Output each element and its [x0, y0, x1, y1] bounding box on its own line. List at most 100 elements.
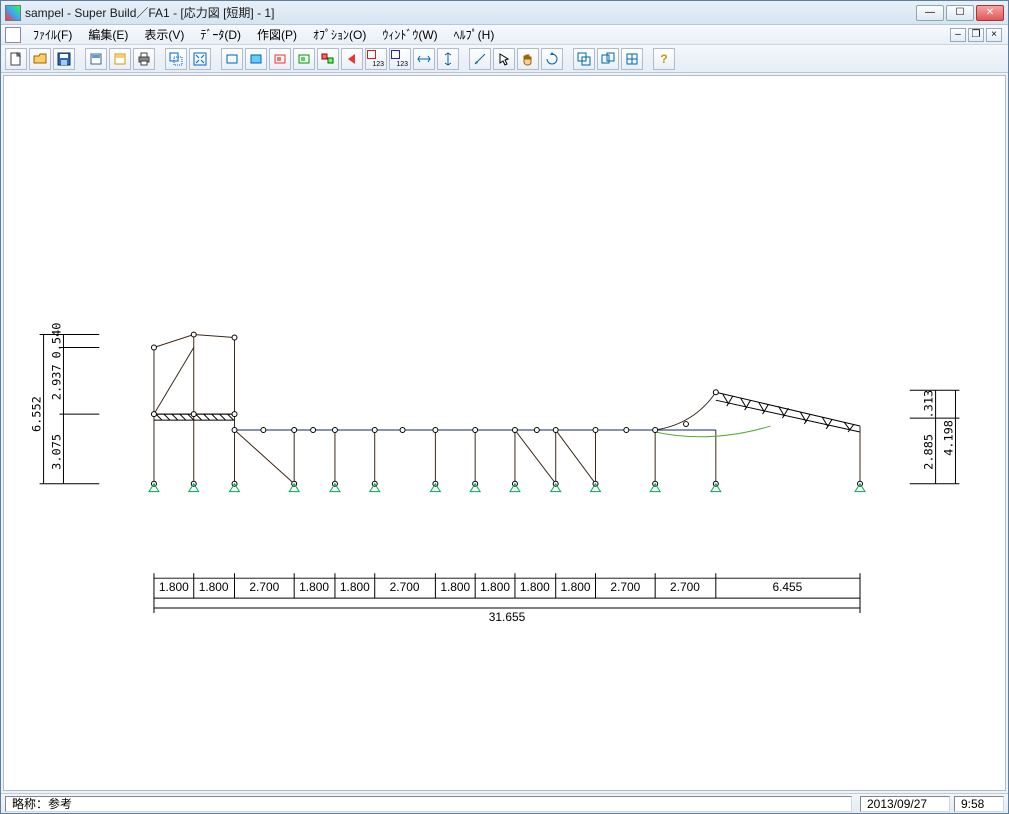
- toolbar: 123 123 ?: [1, 45, 1008, 73]
- menu-file[interactable]: ﾌｧｲﾙ(F): [25, 24, 80, 45]
- menu-window[interactable]: ｳｨﾝﾄﾞｳ(W): [374, 24, 445, 45]
- layer-icon: [577, 52, 591, 66]
- dim-b10: 1.800: [561, 580, 591, 594]
- view-3-button[interactable]: [269, 48, 291, 70]
- dim-b3: 2.700: [249, 580, 279, 594]
- dim-b4: 1.800: [299, 580, 329, 594]
- dim-b8: 1.800: [480, 580, 510, 594]
- mdi-restore-button[interactable]: ❐: [968, 28, 984, 42]
- app-window: sampel - Super Build／FA1 - [応力図 [短期] - 1…: [0, 0, 1009, 814]
- prev-page-icon: [89, 52, 103, 66]
- open-icon: [33, 52, 47, 66]
- rect-green-icon: [297, 52, 311, 66]
- new-icon: [9, 52, 23, 66]
- dim-left-3: 0.540: [49, 323, 63, 359]
- view-5-button[interactable]: [317, 48, 339, 70]
- print-icon: [137, 52, 151, 66]
- zoom-extents-icon: [193, 52, 207, 66]
- dim-b13: 6.455: [772, 580, 802, 594]
- help-button[interactable]: ?: [653, 48, 675, 70]
- dim-right-2: .313: [922, 390, 936, 419]
- view-2-button[interactable]: [245, 48, 267, 70]
- dim-right-1: 2.885: [922, 434, 936, 470]
- menu-edit[interactable]: 編集(E): [80, 24, 136, 45]
- mdi-minimize-button[interactable]: –: [950, 28, 966, 42]
- menu-help[interactable]: ﾍﾙﾌﾟ(H): [446, 24, 503, 45]
- fit-vert-button[interactable]: [437, 48, 459, 70]
- minimize-button[interactable]: —: [916, 5, 944, 21]
- view-4-button[interactable]: [293, 48, 315, 70]
- menu-draw[interactable]: 作図(P): [249, 24, 305, 45]
- dim-b2: 1.800: [199, 580, 229, 594]
- statusbar: 略称：参考 2013/09/27 9:58: [1, 793, 1008, 813]
- dim-b7: 1.800: [440, 580, 470, 594]
- measure-icon: [473, 52, 487, 66]
- view-1-button[interactable]: [221, 48, 243, 70]
- hand-icon: [521, 52, 535, 66]
- titlebar: sampel - Super Build／FA1 - [応力図 [短期] - 1…: [1, 1, 1008, 25]
- measure-button[interactable]: [469, 48, 491, 70]
- next-page-icon: [113, 52, 127, 66]
- label-a-button[interactable]: 123: [365, 48, 387, 70]
- dim-b11: 2.700: [610, 580, 640, 594]
- save-icon: [57, 52, 71, 66]
- menu-data[interactable]: ﾃﾞｰﾀ(D): [192, 24, 249, 45]
- cursor-icon: [497, 52, 511, 66]
- layer-1-button[interactable]: [573, 48, 595, 70]
- mdi-buttons: – ❐ ×: [950, 28, 1004, 42]
- dim-b-total: 31.655: [489, 610, 526, 624]
- dim-b9: 1.800: [520, 580, 550, 594]
- rect-red-icon: [273, 52, 287, 66]
- layer2-icon: [601, 52, 615, 66]
- status-date: 2013/09/27: [860, 796, 950, 812]
- dim-left-1: 3.075: [49, 434, 63, 470]
- dim-b6: 2.700: [390, 580, 420, 594]
- maximize-button[interactable]: ☐: [946, 5, 974, 21]
- save-button[interactable]: [53, 48, 75, 70]
- pan-button[interactable]: [517, 48, 539, 70]
- select-button[interactable]: [493, 48, 515, 70]
- window-title: sampel - Super Build／FA1 - [応力図 [短期] - 1…: [25, 4, 916, 21]
- new-button[interactable]: [5, 48, 27, 70]
- menubar: ﾌｧｲﾙ(F) 編集(E) 表示(V) ﾃﾞｰﾀ(D) 作図(P) ｵﾌﾟｼｮﾝ…: [1, 25, 1008, 45]
- prev-page-button[interactable]: [85, 48, 107, 70]
- dim-left-total: 6.552: [30, 396, 44, 432]
- rotate-icon: [545, 52, 559, 66]
- zoom-window-button[interactable]: [165, 48, 187, 70]
- view-6-button[interactable]: [341, 48, 363, 70]
- fit-h-icon: [417, 52, 431, 66]
- drawing-area[interactable]: 6.552 3.075 2.937 0.540 4.198 2.885 .313: [3, 75, 1006, 791]
- open-button[interactable]: [29, 48, 51, 70]
- dim-b5: 1.800: [340, 580, 370, 594]
- dim-b1: 1.800: [159, 580, 189, 594]
- rect-multi-icon: [321, 52, 335, 66]
- dim-b12: 2.700: [670, 580, 700, 594]
- window-buttons: — ☐ ✕: [916, 5, 1004, 21]
- print-button[interactable]: [133, 48, 155, 70]
- label-b-button[interactable]: 123: [389, 48, 411, 70]
- dim-left-2: 2.937: [49, 364, 63, 400]
- app-icon: [5, 5, 21, 21]
- rect-fill-icon: [249, 52, 263, 66]
- rotate-button[interactable]: [541, 48, 563, 70]
- close-button[interactable]: ✕: [976, 5, 1004, 21]
- layer-3-button[interactable]: [621, 48, 643, 70]
- mdi-system-icon[interactable]: [5, 27, 21, 43]
- zoom-extents-button[interactable]: [189, 48, 211, 70]
- next-page-button[interactable]: [109, 48, 131, 70]
- zoom-window-icon: [169, 52, 183, 66]
- status-label: 略称：参考: [5, 796, 852, 812]
- fit-horiz-button[interactable]: [413, 48, 435, 70]
- fit-v-icon: [441, 52, 455, 66]
- layer-2-button[interactable]: [597, 48, 619, 70]
- menu-view[interactable]: 表示(V): [136, 24, 192, 45]
- mdi-close-button[interactable]: ×: [986, 28, 1002, 42]
- help-icon: ?: [660, 52, 667, 66]
- dim-right-total: 4.198: [941, 420, 955, 456]
- layer3-icon: [625, 52, 639, 66]
- arrow-left-icon: [345, 52, 359, 66]
- menu-option[interactable]: ｵﾌﾟｼｮﾝ(O): [305, 24, 374, 45]
- stress-diagram-canvas: 6.552 3.075 2.937 0.540 4.198 2.885 .313: [4, 76, 1005, 790]
- status-time: 9:58: [954, 796, 1004, 812]
- rect-icon: [225, 52, 239, 66]
